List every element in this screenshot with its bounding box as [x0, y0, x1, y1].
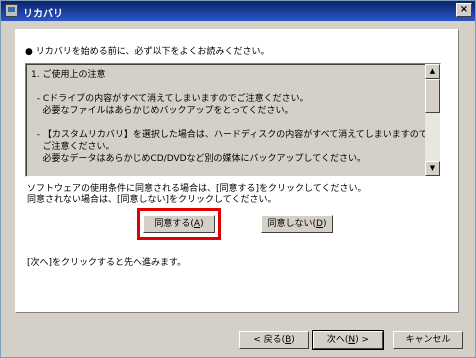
agree-button[interactable]: 同意する(A)	[143, 215, 215, 233]
agree-label-tail: )	[200, 218, 204, 229]
agreement-textbox[interactable]: 1. ご使用上の注意 - Cドライブの内容がすべて消えてしまいますのでご注意くだ…	[25, 63, 441, 177]
next-label-tail: ) >	[355, 334, 370, 345]
agreement-line: - 【カスタムリカバリ】を選択した場合は、ハードディスクの内容がすべて消えてしま…	[31, 130, 428, 140]
instruction-line-2: 同意されない場合は、[同意しない]をクリックしてください。	[27, 195, 277, 205]
instruction-text: ソフトウェアの使用条件に同意される場合は、[同意する]をクリックしてください。 …	[27, 184, 367, 206]
next-hint-text: [次へ]をクリックすると先へ進みます。	[27, 258, 187, 268]
title-bar[interactable]: リカバリ ×	[1, 1, 475, 21]
scroll-up-icon[interactable]: ▲	[425, 64, 440, 79]
agreement-line	[31, 165, 423, 176]
back-button[interactable]: < 戻る(B)	[239, 331, 309, 349]
cancel-button[interactable]: キャンセル	[393, 331, 463, 349]
agreement-line: 1. ご使用上の注意	[31, 70, 106, 80]
agreement-line	[31, 81, 423, 93]
disagree-label: 同意しない(	[267, 218, 317, 229]
agreement-line: ご注意ください。	[31, 142, 115, 152]
disagree-button[interactable]: 同意しない(D)	[261, 215, 333, 233]
intro-text: ● リカバリを始める前に、必ず以下をよくお読みください。	[25, 47, 270, 57]
instruction-line-1: ソフトウェアの使用条件に同意される場合は、[同意する]をクリックしてください。	[27, 184, 367, 194]
agree-label: 同意する(	[154, 218, 194, 229]
back-label: < 戻る(	[253, 334, 286, 345]
disagree-accesskey: D	[316, 218, 323, 229]
agreement-line: 必要なファイルはあらかじめバックアップをとってください。	[31, 106, 294, 116]
recovery-app-icon	[5, 4, 18, 17]
agreement-content: 1. ご使用上の注意 - Cドライブの内容がすべて消えてしまいますのでご注意くだ…	[31, 69, 428, 176]
next-button[interactable]: 次へ(N) >	[312, 330, 384, 350]
vertical-scrollbar[interactable]: ▲ ▼	[425, 64, 440, 176]
close-button[interactable]: ×	[456, 3, 472, 17]
next-label: 次へ(	[326, 334, 349, 345]
agreement-line	[31, 117, 423, 129]
disagree-label-tail: )	[322, 218, 327, 229]
recovery-window: リカバリ × ● リカバリを始める前に、必ず以下をよくお読みください。 1. ご…	[0, 0, 476, 358]
agreement-line: 必要なデータはあらかじめCD/DVDなど別の媒体にバックアップしてください。	[31, 154, 367, 164]
window-title: リカバリ	[23, 9, 63, 20]
scroll-thumb[interactable]	[425, 79, 440, 113]
back-label-tail: )	[291, 334, 295, 345]
agreement-line: - Cドライブの内容がすべて消えてしまいますのでご注意ください。	[31, 94, 309, 104]
scroll-down-icon[interactable]: ▼	[425, 161, 440, 176]
